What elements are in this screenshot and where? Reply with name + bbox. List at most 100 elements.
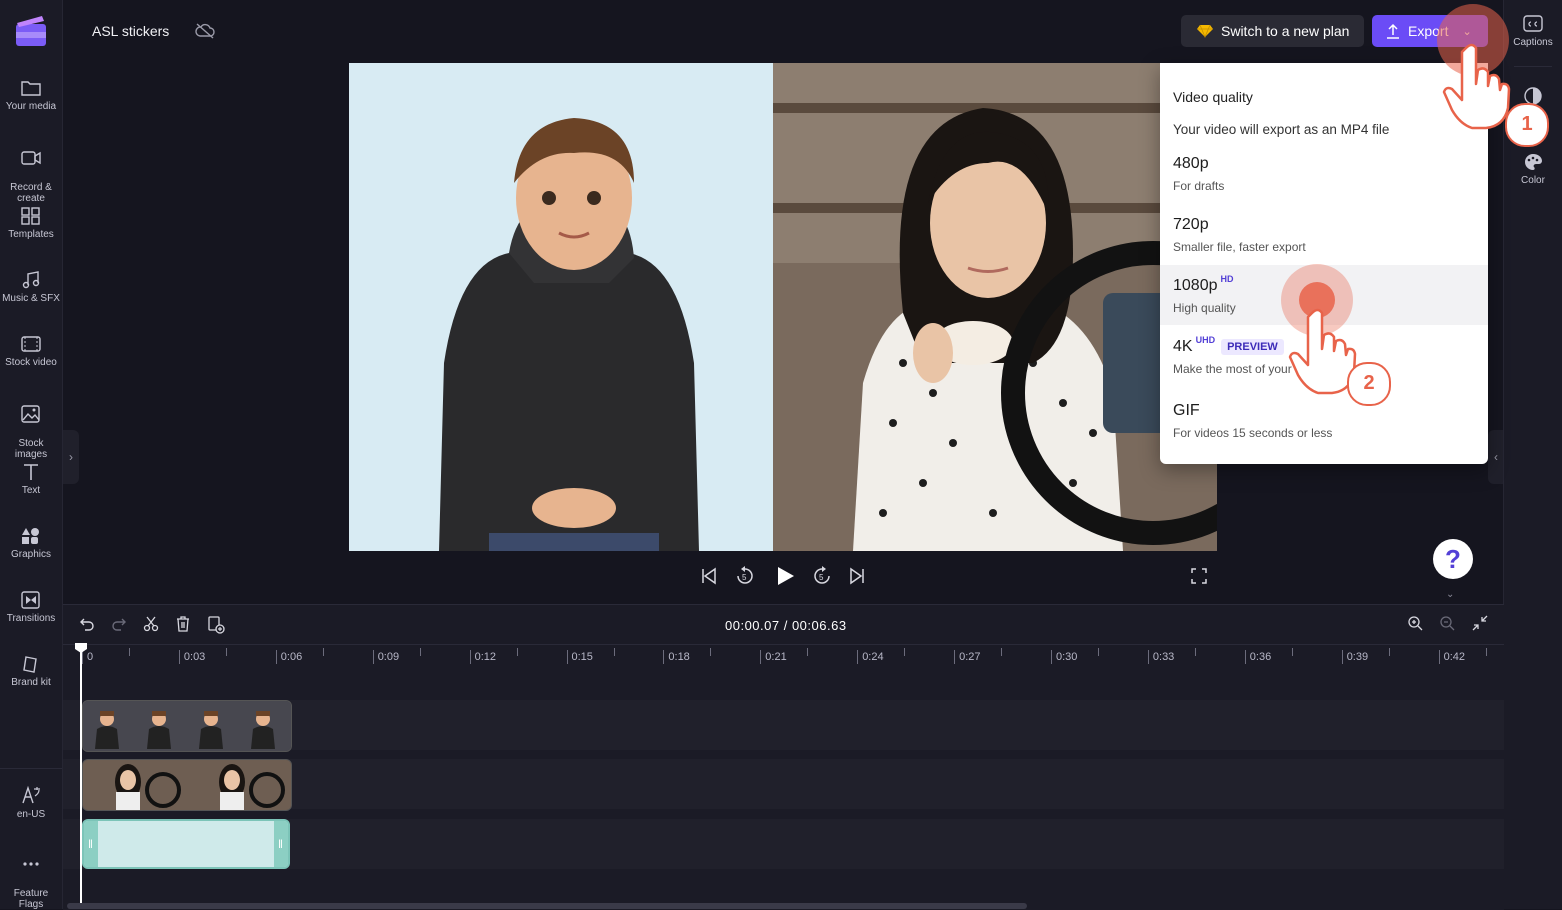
project-title[interactable]: ASL stickers (92, 23, 169, 39)
timeline-tick-minor (1291, 648, 1293, 656)
sidebar-item-music-sfx[interactable]: Music & SFX (0, 270, 62, 304)
sidebar-item-stock-images[interactable]: Stock images (0, 393, 62, 460)
rewind-5s-button[interactable]: 5 (735, 566, 755, 591)
skip-forward-icon (850, 567, 864, 585)
fit-timeline-button[interactable] (1472, 615, 1488, 636)
skip-to-start-button[interactable] (700, 566, 718, 591)
chevron-right-icon: › (69, 450, 73, 464)
switch-plan-label: Switch to a new plan (1221, 23, 1350, 39)
shapes-icon (22, 528, 39, 544)
quality-subtitle: Make the most of your 4 (1173, 362, 1302, 376)
timeline-tick-label: 0:06 (275, 650, 302, 664)
quality-subtitle: High quality (1173, 301, 1236, 315)
quality-subtitle: For videos 15 seconds or less (1173, 426, 1333, 440)
avatar-clip[interactable] (82, 700, 292, 752)
timeline-tick-minor (516, 648, 518, 656)
forward-5s-button[interactable]: 5 (812, 566, 832, 591)
scissors-icon (143, 616, 159, 632)
preview-badge: PREVIEW (1221, 338, 1284, 355)
sidebar-item-brand-kit[interactable]: Brand kit (0, 654, 62, 688)
total-time: 00:06.63 (791, 618, 847, 633)
undo-icon (80, 618, 94, 631)
sidebar-item-label: Music & SFX (2, 293, 60, 304)
upload-icon (1387, 23, 1399, 39)
current-time: 00:00.07 (725, 618, 780, 633)
clip-trim-handle-left[interactable]: ‖ (84, 821, 98, 867)
sidebar-item-stock-video[interactable]: Stock video (0, 334, 62, 368)
hd-badge: HD (1220, 274, 1234, 284)
fullscreen-button[interactable] (1191, 568, 1207, 589)
step-number-badge: 1 (1505, 103, 1549, 147)
zoom-in-button[interactable] (1407, 615, 1423, 636)
redo-button[interactable] (111, 616, 127, 637)
sidebar-item-feature-flags[interactable]: Feature Flags (0, 845, 62, 910)
skip-to-end-button[interactable] (848, 566, 866, 591)
timeline-tick-label: 0:30 (1051, 650, 1077, 664)
sidebar-item-language[interactable]: en-US (0, 784, 62, 820)
split-button[interactable] (143, 616, 159, 637)
clip-trim-handle-right[interactable]: ‖ (274, 821, 288, 867)
sidebar-item-record-create[interactable]: Record & create (0, 137, 62, 204)
fast-forward-icon: 5 (814, 566, 830, 584)
timeline-tick-minor (1388, 648, 1390, 656)
image-icon (21, 405, 40, 423)
timeline-tick-minor (613, 648, 615, 656)
timeline-tick-label: 0:09 (372, 650, 399, 664)
chevron-left-icon: ‹ (1494, 450, 1498, 464)
expand-right-panel-button[interactable]: ‹ (1488, 430, 1504, 484)
film-icon (21, 336, 41, 352)
menu-heading: Video quality (1173, 89, 1253, 105)
clipchamp-logo-icon (14, 14, 48, 48)
undo-button[interactable] (79, 616, 95, 637)
play-icon (778, 567, 794, 585)
rewind-icon: 5 (737, 566, 753, 584)
quality-title: 480p (1173, 155, 1209, 172)
transitions-icon (21, 591, 40, 609)
chevron-down-icon[interactable]: ⌄ (1446, 589, 1454, 600)
timeline-tick-label: 0:15 (566, 650, 593, 664)
switch-plan-button[interactable]: Switch to a new plan (1181, 15, 1364, 47)
timeline-tick-minor (1485, 648, 1487, 656)
menu-subheading: Your video will export as an MP4 file (1173, 122, 1390, 137)
skip-back-icon (702, 567, 716, 585)
add-media-button[interactable] (207, 616, 225, 639)
zoom-out-button[interactable] (1439, 615, 1455, 636)
sidebar-item-color[interactable]: Color (1504, 152, 1562, 186)
sidebar-item-label: Your media (5, 101, 57, 112)
text-clip[interactable]: ‖ ‖ (82, 819, 290, 869)
redo-icon (112, 618, 126, 631)
sidebar-item-graphics[interactable]: Graphics (0, 526, 62, 560)
quality-title: 720p (1173, 216, 1209, 233)
sidebar-item-transitions[interactable]: Transitions (0, 590, 62, 624)
uhd-badge: UHD (1195, 335, 1216, 345)
sidebar-item-your-media[interactable]: Your media (0, 78, 62, 112)
sidebar-item-text[interactable]: Text (0, 462, 62, 496)
timeline-tick-label: 0 (82, 650, 93, 664)
step-number-badge: 2 (1347, 362, 1391, 406)
sidebar-item-label: Text (21, 485, 41, 496)
timeline-tick-label: 0:24 (857, 650, 884, 664)
zoom-in-icon (1408, 616, 1423, 631)
playhead[interactable] (80, 645, 82, 909)
video-clip[interactable] (82, 759, 292, 811)
templates-icon (21, 207, 40, 225)
sidebar-item-templates[interactable]: Templates (0, 206, 62, 240)
quality-option-480p[interactable]: 480p For drafts (1160, 143, 1488, 203)
expand-left-panel-button[interactable]: › (63, 430, 79, 484)
pointer-hand-icon (1442, 40, 1514, 137)
folder-icon (21, 81, 41, 96)
delete-button[interactable] (175, 616, 191, 637)
play-button[interactable] (774, 565, 796, 592)
sidebar-item-label: Feature Flags (13, 888, 49, 910)
sidebar-item-label: Stock video (5, 357, 57, 368)
avatar-thumbnails (83, 701, 291, 751)
help-button[interactable]: ? (1433, 539, 1473, 579)
sidebar-item-label: Graphics (10, 549, 51, 560)
quality-option-720p[interactable]: 720p Smaller file, faster export (1160, 204, 1488, 264)
timeline-scrollbar[interactable] (67, 903, 1027, 909)
sidebar-item-label: Captions (1513, 37, 1553, 48)
timeline-tick-minor (1098, 648, 1099, 656)
quality-subtitle: For drafts (1173, 179, 1225, 193)
timeline-tick-label: 0:27 (954, 650, 981, 664)
timeline-tick-minor (322, 648, 324, 656)
